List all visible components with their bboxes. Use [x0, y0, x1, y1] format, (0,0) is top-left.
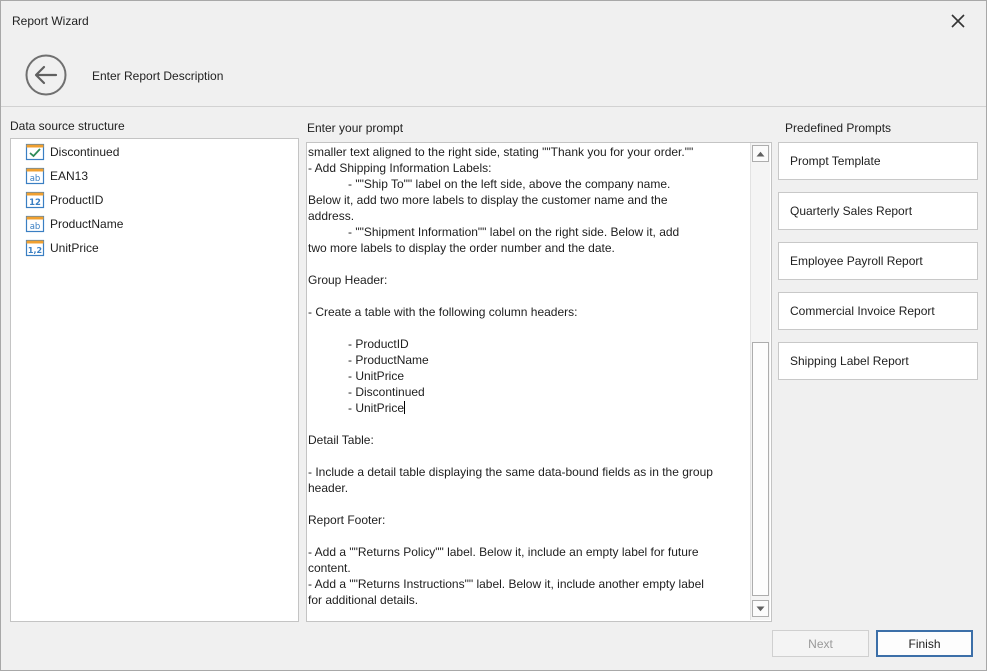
prompt-line [308, 416, 748, 432]
prompt-line [308, 528, 748, 544]
svg-text:12: 12 [29, 198, 41, 208]
commercial-invoice-report-button[interactable]: Commercial Invoice Report [778, 292, 978, 330]
field-item-discontinued[interactable]: Discontinued [25, 142, 119, 162]
scroll-down-button[interactable] [752, 600, 769, 617]
finish-button[interactable]: Finish [876, 630, 973, 657]
predefined-prompts-label: Predefined Prompts [785, 121, 892, 135]
shipping-label-report-button[interactable]: Shipping Label Report [778, 342, 978, 380]
prompt-line: smaller text aligned to the right side, … [308, 145, 694, 159]
prompt-line [308, 496, 748, 512]
prompt-line: - ""Shipment Information"" label on the … [308, 225, 680, 239]
prompt-line: Below it, add two more labels to display… [308, 193, 668, 207]
prompt-line: - Add Shipping Information Labels: [308, 161, 492, 175]
field-item-unitprice[interactable]: 1,2 UnitPrice [25, 238, 99, 258]
back-button[interactable] [25, 54, 67, 96]
prompt-line: - Create a table with the following colu… [308, 305, 578, 319]
svg-text:ab: ab [30, 222, 41, 232]
data-source-tree[interactable]: Discontinued ab EAN13 12 ProductID ab Pr… [10, 138, 299, 622]
prompt-line: content. [308, 561, 351, 575]
prompt-line: - ProductName [308, 353, 429, 367]
window-title: Report Wizard [12, 14, 89, 28]
prompt-line: address. [308, 209, 355, 223]
text-caret [404, 401, 406, 414]
quarterly-sales-report-button[interactable]: Quarterly Sales Report [778, 192, 978, 230]
step-title: Enter Report Description [92, 69, 224, 83]
data-source-label: Data source structure [10, 119, 125, 133]
prompt-line: - Add a ""Returns Policy"" label. Below … [308, 545, 699, 559]
prompt-line: - UnitPrice [308, 369, 405, 383]
integer-field-icon: 12 [25, 191, 45, 209]
decimal-field-icon: 1,2 [25, 239, 45, 257]
prompt-textarea[interactable]: smaller text aligned to the right side, … [308, 144, 748, 618]
field-label: ProductID [50, 193, 104, 207]
prompt-line: - Add a ""Returns Instructions"" label. … [308, 577, 704, 591]
scroll-up-button[interactable] [752, 145, 769, 162]
triangle-up-icon [756, 151, 765, 156]
prompt-line: Group Header: [308, 273, 388, 287]
field-label: ProductName [50, 217, 124, 231]
triangle-down-icon [756, 606, 765, 611]
prompt-line [308, 256, 748, 272]
prompt-line: two more labels to display the order num… [308, 241, 615, 255]
field-label: Discontinued [50, 145, 120, 159]
field-label: UnitPrice [50, 241, 99, 255]
close-icon [951, 14, 965, 28]
prompt-line: - ""Ship To"" label on the left side, ab… [308, 177, 671, 191]
field-item-productid[interactable]: 12 ProductID [25, 190, 103, 210]
field-item-productname[interactable]: ab ProductName [25, 214, 123, 234]
svg-text:1,2: 1,2 [28, 246, 42, 255]
field-item-ean13[interactable]: ab EAN13 [25, 166, 88, 186]
prompt-line: - UnitPrice [308, 401, 406, 415]
header-divider [1, 106, 986, 107]
prompt-line: for additional details. [308, 593, 419, 607]
text-field-icon: ab [25, 215, 45, 233]
prompt-template-button[interactable]: Prompt Template [778, 142, 978, 180]
next-button[interactable]: Next [772, 630, 869, 657]
field-label: EAN13 [50, 169, 89, 183]
prompt-line: header. [308, 481, 349, 495]
svg-text:ab: ab [30, 174, 41, 184]
prompt-label: Enter your prompt [307, 121, 404, 135]
prompt-line: - ProductID [308, 337, 409, 351]
prompt-line: Detail Table: [308, 433, 374, 447]
prompt-scrollbar[interactable] [750, 143, 770, 620]
close-button[interactable] [945, 9, 971, 33]
report-wizard-window: Report Wizard Enter Report Description D… [0, 0, 987, 671]
prompt-line [308, 288, 748, 304]
prompt-line [308, 448, 748, 464]
checkbox-field-icon [25, 143, 45, 161]
prompt-line [308, 320, 748, 336]
back-arrow-icon [25, 54, 67, 96]
employee-payroll-report-button[interactable]: Employee Payroll Report [778, 242, 978, 280]
text-field-icon: ab [25, 167, 45, 185]
prompt-line: - Include a detail table displaying the … [308, 465, 713, 479]
prompt-line: - Discontinued [308, 385, 425, 399]
prompt-line: Report Footer: [308, 513, 386, 527]
scroll-thumb[interactable] [752, 342, 769, 596]
